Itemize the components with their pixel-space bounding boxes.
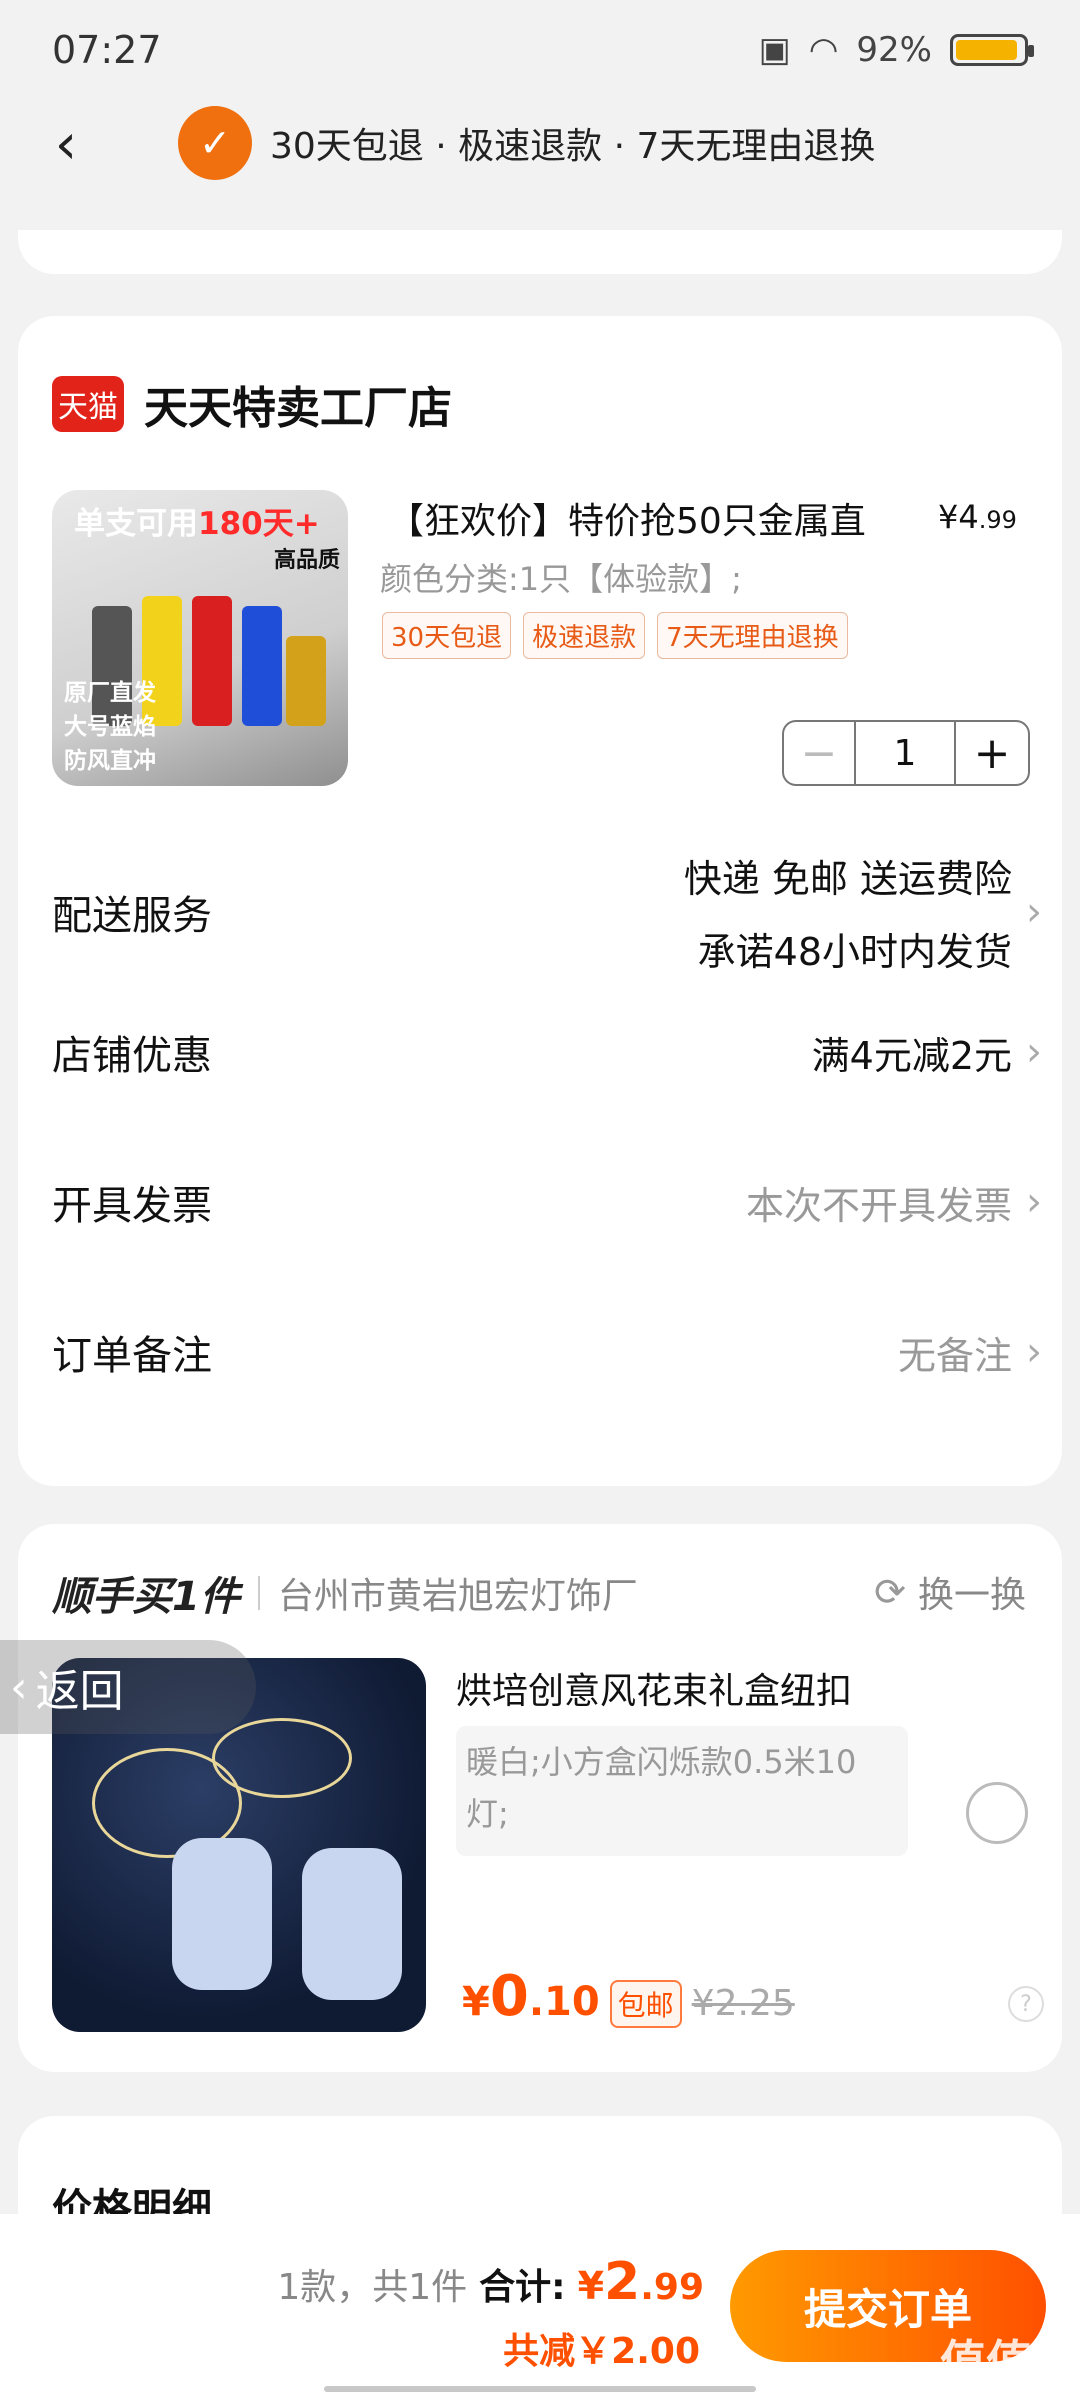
service-tag: 30天包退 [382,612,512,659]
note-value-wrap: 无备注 › [898,1325,1042,1380]
led-box-shape [302,1848,402,2000]
lighter-shape [192,596,232,726]
status-time: 07:27 [52,28,162,72]
invoice-value: 本次不开具发票 [745,1183,1012,1228]
quantity-value[interactable]: 1 [856,722,956,784]
product-title[interactable]: 【狂欢价】特价抢50只金属直 [388,492,866,544]
battery-percent: 92% [856,30,932,70]
invoice-value-wrap: 本次不开具发票 › [746,1175,1042,1230]
product-image-quality: 高品质 [273,548,340,573]
wifi-icon: ◠ [808,30,839,70]
chevron-left-icon: ‹ [10,1661,28,1713]
service-tag: 极速退款 [523,612,646,659]
floating-back-button[interactable]: ‹ 返回 [0,1640,256,1734]
checkout-bar: 1款，共1件 合计: ¥2.99 共减￥2.00 提交订单 [0,2214,1080,2400]
addon-card: 顺手买1件 台州市黄岩旭宏灯饰厂 ⟳ 换一换 烘培创意风花束礼盒纽扣 暖白;小方… [18,1524,1062,2072]
addon-header: 顺手买1件 台州市黄岩旭宏灯饰厂 [52,1564,638,1622]
addon-price-row: ¥0.10 包邮 ¥2.25 [462,1964,795,2029]
promo-value: 满4元减2元 [811,1033,1012,1078]
refresh-icon: ⟳ [874,1570,906,1614]
promo-label: 店铺优惠 [52,1033,212,1079]
row-store-promo[interactable]: 店铺优惠 满4元减2元 › [52,1002,1042,1102]
order-card: 天猫 天天特卖工厂店 单支可用180天+ 高品质 原厂直发 大号蓝焰 防风直冲 … [18,316,1062,1486]
product-price: ¥4.99 [938,498,1017,536]
shield-check-icon: ✓ [178,106,252,180]
divider [257,1576,260,1610]
item-count: 1款，共1件 [277,2267,468,2308]
product-image-tags: 原厂直发 大号蓝焰 防风直冲 [64,680,156,774]
total-price: ¥2.99 [577,2252,704,2312]
chevron-right-icon: › [1026,1029,1042,1075]
lighter-shape [242,606,282,726]
battery-fill [956,40,1017,60]
service-tag: 7天无理由退换 [657,612,848,659]
status-icons: ▣ ◠ 92% [758,30,1034,70]
invoice-label: 开具发票 [52,1183,212,1229]
row-invoice[interactable]: 开具发票 本次不开具发票 › [52,1152,1042,1252]
tmall-logo: 天猫 [52,376,124,432]
free-shipping-badge: 包邮 [609,1980,682,2028]
wire-shape [212,1718,352,1798]
addon-title: 顺手买1件 [52,1574,240,1620]
total-discount: 共减￥2.00 [503,2331,700,2372]
delivery-line-2: 承诺48小时内发货 [697,930,1012,974]
chevron-left-icon: ‹ [54,111,78,177]
swap-label: 换一换 [917,1575,1026,1616]
chevron-right-icon: › [1026,1329,1042,1375]
original-price: ¥2.25 [691,1983,795,2024]
sim-icon: ▣ [758,30,791,70]
addon-sku[interactable]: 暖白;小方盒闪烁款0.5米10灯; [456,1726,908,1856]
addon-shop: 台州市黄岩旭宏灯饰厂 [277,1576,638,1617]
increase-button[interactable]: + [956,722,1028,784]
help-icon[interactable]: ? [1008,1986,1044,2022]
promo-value-wrap: 满4元减2元 › [812,1025,1042,1080]
product-image-banner: 单支可用180天+ [74,506,320,542]
store-name: 天天特卖工厂店 [144,383,452,434]
note-value: 无备注 [897,1333,1012,1378]
home-indicator[interactable] [324,2386,756,2392]
decrease-button[interactable]: − [784,722,856,784]
addon-price: ¥0.10 [462,1964,600,2029]
swap-button[interactable]: ⟳ 换一换 [874,1566,1026,1618]
addon-name[interactable]: 烘培创意风花束礼盒纽扣 [456,1662,852,1714]
led-box-shape [172,1838,272,1990]
status-bar: 07:27 ▣ ◠ 92% [0,0,1080,100]
lighter-shape [286,636,326,726]
row-order-note[interactable]: 订单备注 无备注 › [52,1302,1042,1402]
order-summary: 1款，共1件 合计: ¥2.99 [277,2252,704,2312]
store-header[interactable]: 天猫 天天特卖工厂店 [52,372,452,436]
delivery-line-1: 快递 免邮 送运费险 [683,857,1012,901]
watermark-url: zhizhizhi.com [950,2378,1059,2397]
note-label: 订单备注 [52,1333,212,1379]
delivery-value: 快递 免邮 送运费险 承诺48小时内发货 › [684,848,1042,976]
floating-back-label: 返回 [35,1666,124,1717]
chevron-right-icon: › [1026,1179,1042,1225]
header: ‹ ✓ 30天包退 · 极速退款 · 7天无理由退换 [0,100,1080,190]
addon-select-radio[interactable] [966,1782,1028,1844]
battery-icon [950,34,1034,66]
service-text: 30天包退 · 极速退款 · 7天无理由退换 [270,126,876,167]
quantity-stepper: − 1 + [782,720,1030,786]
back-button[interactable]: ‹ [36,111,96,177]
address-card-bottom [18,230,1062,274]
service-banner: ✓ 30天包退 · 极速退款 · 7天无理由退换 [178,106,875,180]
total-label: 合计: [479,2267,566,2308]
product-image[interactable]: 单支可用180天+ 高品质 原厂直发 大号蓝焰 防风直冲 [52,490,348,786]
product-sku[interactable]: 颜色分类:1只【体验款】; [380,554,742,600]
delivery-label: 配送服务 [52,893,212,939]
chevron-right-icon: › [1026,889,1042,935]
service-tags: 30天包退 极速退款 7天无理由退换 [382,612,848,659]
row-delivery[interactable]: 配送服务 快递 免邮 送运费险 承诺48小时内发货 › [52,836,1042,988]
